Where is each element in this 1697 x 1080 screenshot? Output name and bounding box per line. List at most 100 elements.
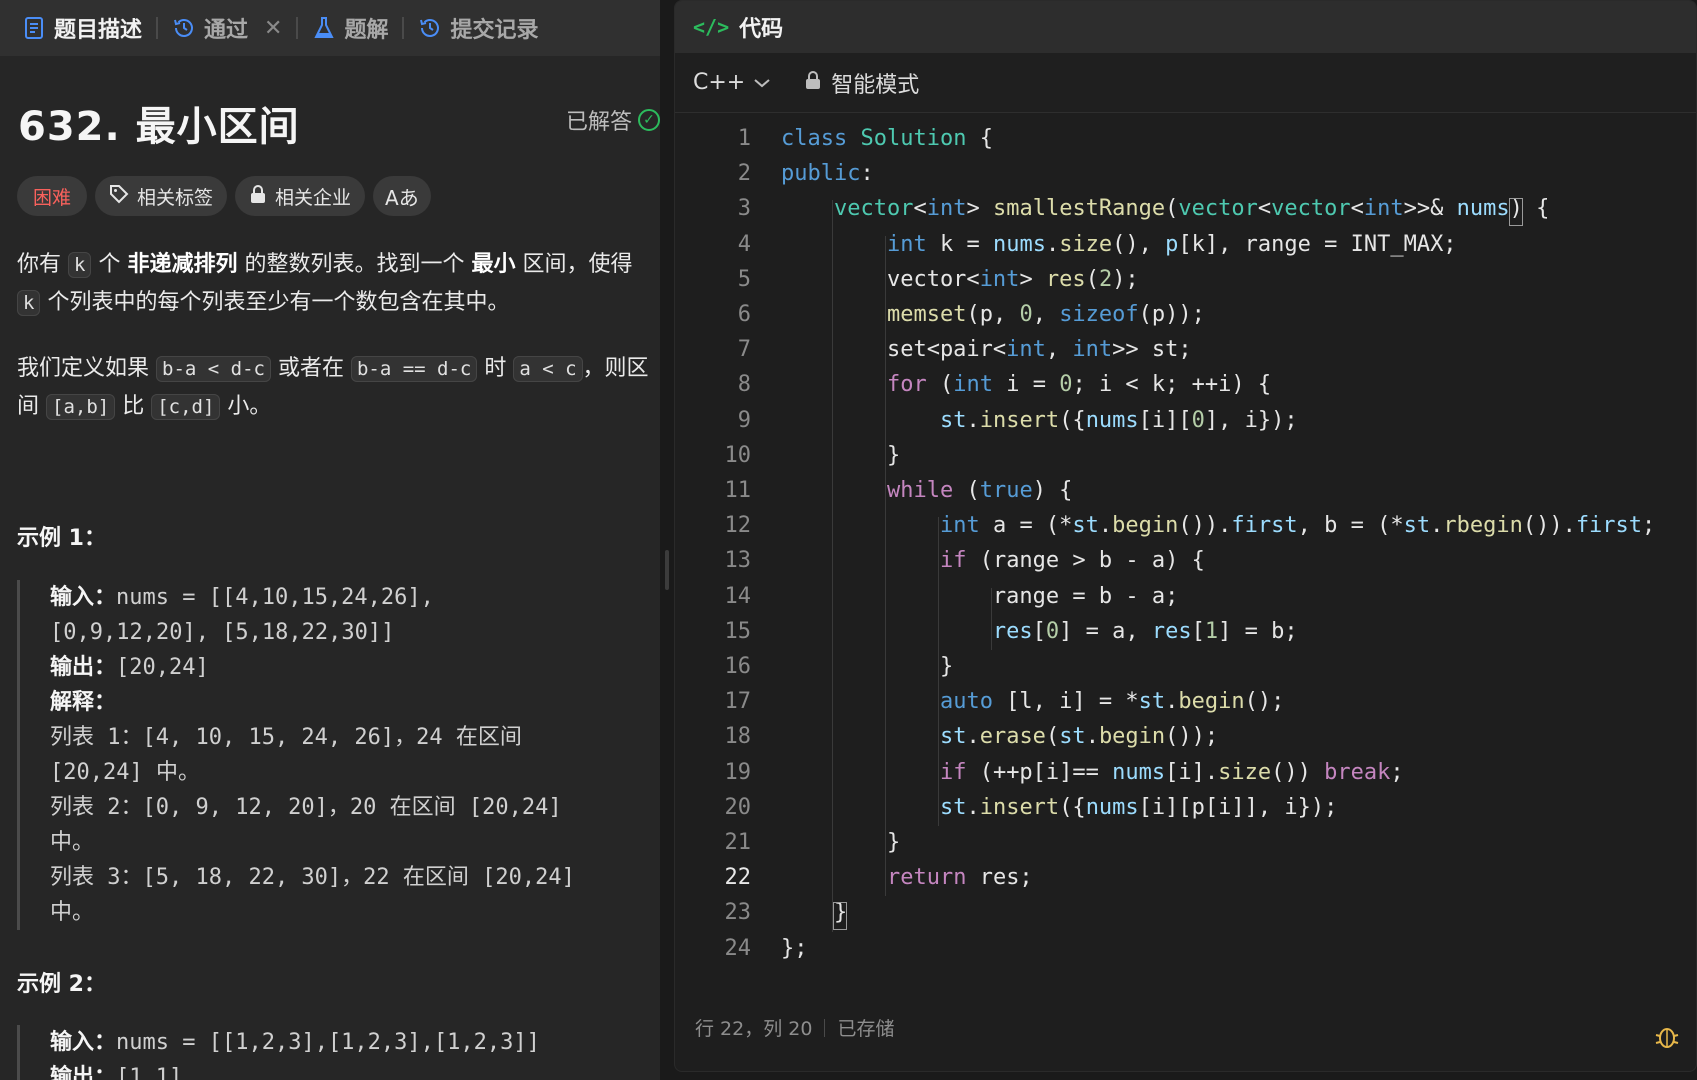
line-number: 16 (724, 654, 752, 679)
explain-line: 列表 3：[5, 18, 22, 30]，22 在区间 [20,24] (50, 865, 575, 890)
line-number: 18 (724, 724, 752, 750)
line-number: 14 (724, 583, 752, 609)
code-token: st (939, 794, 967, 820)
code-line[interactable]: int k = nums.size(), p[k], range = INT_M… (781, 232, 1457, 257)
smart-mode-button[interactable]: 智能模式 (805, 67, 919, 99)
code-token: while (886, 478, 954, 503)
code-line[interactable]: vector<int> smallestRange(vector<vector<… (781, 196, 1549, 221)
code-token: ) { (1032, 478, 1073, 503)
code-line[interactable]: for (int i = 0; i < k; ++i) { (781, 372, 1271, 397)
code-token: [ (1191, 618, 1205, 644)
code-tab-label[interactable]: 代码 (739, 11, 783, 43)
code-token: begin (1112, 513, 1179, 539)
code-token: >>& (1403, 196, 1457, 222)
line-number: 9 (737, 407, 751, 433)
code-token: }; (781, 935, 808, 961)
tab-description-label: 题目描述 (54, 18, 143, 43)
code-token: int (1363, 196, 1404, 222)
tab-submissions[interactable]: 提交记录 (410, 0, 546, 56)
history-icon (418, 16, 442, 40)
line-number: 7 (737, 337, 751, 363)
tab-description[interactable]: 题目描述 (14, 0, 150, 56)
code-line[interactable]: vector<int> res(2); (781, 267, 1139, 292)
code-line[interactable]: res[0] = a, res[1] = b; (781, 619, 1298, 644)
code-token: ()); (1165, 724, 1219, 750)
flask-icon (312, 16, 336, 40)
example-2-output: 输出：[1,1] (50, 1060, 647, 1080)
indent-guide (938, 517, 939, 826)
code-line[interactable]: st.insert({nums[i][p[i]], i}); (781, 795, 1337, 820)
code-token: (range > b - a) { (966, 548, 1205, 574)
code-line[interactable]: class Solution { (781, 126, 993, 151)
code-token: set<pair< (781, 337, 1007, 363)
code-line[interactable]: st.insert({nums[i][0], i}); (781, 408, 1298, 433)
code-line[interactable]: set<pair<int, int>> st; (781, 337, 1192, 362)
code-line[interactable]: int a = (*st.begin()).first, b = (*st.rb… (781, 513, 1655, 538)
code-icon: </> (693, 15, 730, 39)
explain-line: [20,24] 中。 (50, 760, 200, 785)
example-2-title: 示例 2： (17, 972, 106, 997)
close-icon[interactable]: ✕ (264, 16, 282, 41)
input-label: 输入： (50, 1030, 117, 1055)
code-line[interactable]: }; (781, 936, 808, 961)
bug-icon[interactable] (1652, 1021, 1682, 1051)
text: 你有 (17, 252, 68, 277)
output-label: 输出： (50, 655, 117, 680)
explain-label: 解释： (50, 690, 117, 715)
line-number: 8 (737, 372, 751, 398)
code-editor[interactable]: 1 class Solution {2 public: 3 vector<int> s… (675, 126, 1696, 966)
code-token: [ (1032, 618, 1046, 644)
code-token: [k], range = INT_MAX; (1178, 231, 1457, 257)
code-line[interactable]: } (781, 654, 953, 679)
code-line[interactable]: if (++p[i]== nums[i].size()) break; (781, 760, 1404, 785)
tags-button[interactable]: 相关标签 (95, 176, 228, 216)
save-status: 已存储 (837, 1018, 895, 1040)
code-token: vector (1271, 196, 1351, 222)
example-2-block: 输入：nums = [[1,2,3],[1,2,3],[1,2,3]] 输出：[… (17, 1025, 647, 1080)
code-token: range = b - a; (781, 583, 1179, 609)
code-line[interactable]: while (true) { (781, 478, 1072, 503)
lock-icon (805, 70, 821, 96)
code-token: [i]. (1165, 759, 1219, 785)
inline-code: [a,b] (46, 394, 116, 420)
tab-solutions[interactable]: 题解 (304, 0, 396, 56)
code-token: (); (1244, 689, 1285, 715)
code-token: k = (926, 231, 993, 257)
code-line[interactable]: } (781, 830, 900, 855)
problem-title[interactable]: 632. 最小区间 (18, 94, 300, 152)
code-line[interactable]: auto [l, i] = *st.begin(); (781, 689, 1284, 714)
indent-guide (832, 200, 833, 932)
code-token: 0 (1191, 407, 1205, 433)
code-line[interactable]: if (range > b - a) { (781, 548, 1205, 573)
code-line[interactable]: return res; (781, 865, 1033, 890)
language-select[interactable]: C++ (693, 70, 771, 95)
code-line[interactable]: range = b - a; (781, 584, 1178, 609)
tab-solutions-label: 题解 (344, 18, 389, 43)
translate-button[interactable]: Aあ (373, 176, 431, 216)
panel-resizer[interactable] (660, 0, 674, 1080)
code-line[interactable]: st.erase(st.begin()); (781, 724, 1218, 749)
code-token: vector< (781, 266, 980, 292)
code-token: int (1006, 337, 1046, 363)
code-token: > (966, 196, 993, 222)
text: 或者在 (270, 356, 351, 381)
code-token: ({ (1059, 407, 1086, 433)
code-token: p (1165, 231, 1179, 257)
code-token: , (1045, 337, 1073, 363)
code-line[interactable]: public: (781, 161, 874, 186)
code-token: vector (1178, 196, 1258, 222)
code-token: size (1059, 231, 1113, 257)
resize-grip[interactable] (665, 550, 669, 590)
line-number: 2 (737, 161, 751, 187)
code-line[interactable]: memset(p, 0, sizeof(p)); (781, 302, 1205, 327)
code-token: i = (992, 372, 1060, 398)
code-line[interactable]: } (781, 443, 900, 468)
code-token: begin (1098, 724, 1166, 750)
code-token: true (979, 478, 1033, 503)
code-panel: </> 代码 C++ 智能模式 1 class Solution {2 public… (674, 0, 1697, 1072)
tab-accepted[interactable]: 通过 ✕ (164, 0, 290, 56)
companies-button[interactable]: 相关企业 (235, 176, 366, 216)
